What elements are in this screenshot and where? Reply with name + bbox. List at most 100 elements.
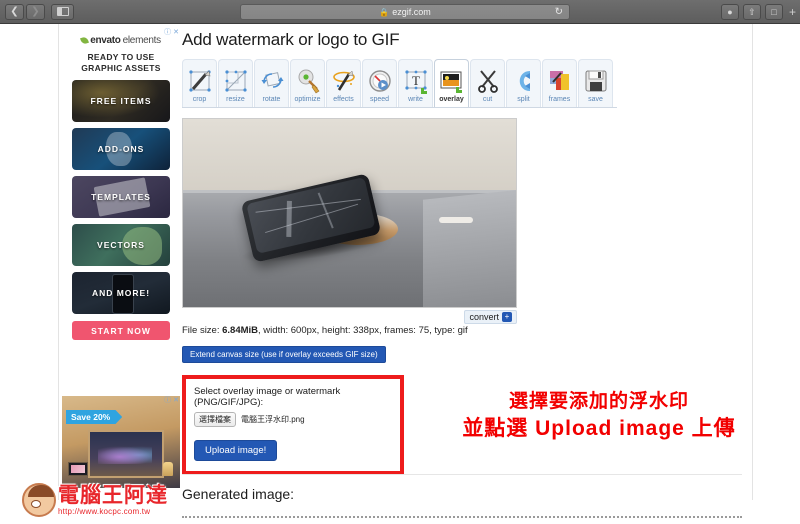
annotation-line-1: 選擇要添加的浮水印 [508,391,689,412]
leaf-icon [80,36,90,45]
ad-card-label: AND MORE! [91,288,151,298]
write-icon: T [403,68,429,94]
sidebar-ad-hotel[interactable]: ⓘ ✕ Save 20% [62,396,180,488]
ad-card-vectors[interactable]: VECTORS [72,224,170,266]
tool-tab-split[interactable]: split [506,59,541,107]
tv-graphic [68,462,88,476]
tool-tab-overlay[interactable]: overlay [434,59,469,107]
section-divider [182,474,742,475]
browser-toolbar: ❮ ❯ 🔒 ezgif.com ↻ ● ⇧ □ + [0,0,800,24]
overlay-upload-panel: Select overlay image or watermark (PNG/G… [182,375,404,475]
info-icon[interactable]: ⓘ [164,29,171,36]
file-info: File size: 6.84MiB, width: 600px, height… [182,325,742,336]
tool-tab-resize[interactable]: resize [218,59,253,107]
watermark-text: 電腦王阿達 http://www.kocpc.com.tw [58,483,168,516]
selected-file-name: 電腦王浮水印.png [241,415,305,424]
tool-tab-effects[interactable]: effects [326,59,361,107]
envato-logo: envato elements [62,28,180,46]
overlay-upload-label: Select overlay image or watermark (PNG/G… [194,386,341,408]
tool-tab-frames[interactable]: frames [542,59,577,107]
file-info-rest: , width: 600px, height: 338px, frames: 7… [258,325,468,336]
crop-icon [187,68,213,94]
sidebar-toggle-button[interactable] [51,3,74,20]
choose-file-button[interactable]: 選擇檔案 [194,412,236,427]
save-icon [583,68,609,94]
gif-preview[interactable] [182,118,517,308]
optimize-icon [295,68,321,94]
split-icon [511,68,537,94]
elements-brand: elements [122,35,161,46]
address-bar-url: ezgif.com [392,7,431,17]
envato-headline-line2: GRAPHIC ASSETS [81,63,161,73]
forward-button[interactable]: ❯ [26,3,45,20]
tool-tab-optimize[interactable]: optimize [290,59,325,107]
tool-tab-label: split [517,96,530,103]
frames-icon [547,68,573,94]
site-watermark: 電腦王阿達 http://www.kocpc.com.tw [22,476,202,524]
file-input-row[interactable]: 選擇檔案 電腦王浮水印.png [194,412,392,427]
tool-tab-label: speed [369,96,390,103]
info-icon[interactable]: ⓘ [164,397,171,404]
plus-box-icon: + [502,312,512,322]
generated-image-dropzone-border [182,516,742,518]
ad-card-free-items[interactable]: FREE ITEMS [72,80,170,122]
lamp-graphic [163,462,173,476]
annotation-overlay: 選擇要添加的浮水印 並點選 Upload image 上傳 [404,392,794,440]
preview-desk-side [422,190,516,307]
upload-image-button[interactable]: Upload image! [194,440,278,461]
ad-card-add-ons[interactable]: ADD-ONS [72,128,170,170]
tool-tab-label: resize [226,96,245,103]
envato-headline: READY TO USE GRAPHIC ASSETS [62,52,180,74]
back-button[interactable]: ❮ [5,3,24,20]
browser-nav-group: ❮ ❯ [5,3,74,20]
close-icon[interactable]: ✕ [173,29,179,36]
address-bar[interactable]: 🔒 ezgif.com ↻ [240,4,570,20]
envato-ad-unit[interactable]: ⓘ ✕ envato elements READY TO USE GRAPHIC… [62,28,180,340]
ad-card-label: FREE ITEMS [90,96,152,106]
ad-card-label: TEMPLATES [91,192,151,202]
hotel-window-graphic [88,430,164,478]
annotation-line-2: 並點選 Upload image 上傳 [462,416,736,440]
tool-tab-label: frames [548,96,571,103]
tool-tab-cut[interactable]: cut [470,59,505,107]
page-title: Add watermark or logo to GIF [182,30,400,49]
lock-icon: 🔒 [379,7,390,17]
sidebar-ad-envato[interactable]: ⓘ ✕ envato elements READY TO USE GRAPHIC… [62,28,180,340]
new-tab-button[interactable]: + [789,5,796,19]
tool-tab-crop[interactable]: crop [182,59,217,107]
tool-tab-rotate[interactable]: rotate [254,59,289,107]
tool-tab-label: overlay [439,96,464,103]
tool-tab-write[interactable]: T write [398,59,433,107]
close-icon[interactable]: ✕ [173,397,179,404]
tool-tab-speed[interactable]: speed [362,59,397,107]
effects-icon [331,68,357,94]
resize-icon [223,68,249,94]
download-button[interactable]: ● [720,4,739,20]
avatar-icon [22,483,56,517]
preview-cable [438,216,473,223]
share-button[interactable]: ⇧ [742,4,761,20]
ad-card-label: ADD-ONS [97,144,145,154]
save-ribbon-badge: Save 20% [66,410,123,424]
sidebar-toggle-icon [56,7,69,16]
speed-icon [367,68,393,94]
tool-tab-label: optimize [294,96,321,103]
convert-button[interactable]: convert + [464,310,517,324]
tool-tab-label: effects [333,96,354,103]
ad-badges: ⓘ ✕ [164,29,179,36]
watermark-url: http://www.kocpc.com.tw [58,506,151,516]
tool-tab-label: cut [482,96,493,103]
ad-card-templates[interactable]: TEMPLATES [72,176,170,218]
tabs-button[interactable]: □ [764,4,783,20]
page-content: ⓘ ✕ envato elements READY TO USE GRAPHIC… [0,24,800,518]
envato-headline-line1: READY TO USE [87,52,155,62]
reload-icon[interactable]: ↻ [555,7,563,18]
ad-card-and-more[interactable]: AND MORE! [72,272,170,314]
watermark-title: 電腦王阿達 [58,483,168,507]
start-now-button[interactable]: START NOW [72,321,170,340]
extend-canvas-button[interactable]: Extend canvas size (use if overlay excee… [182,346,386,363]
browser-actions-group: ● ⇧ □ + [720,4,796,20]
file-size-value: 6.84MiB [222,325,259,336]
tool-tab-save[interactable]: save [578,59,613,107]
overlay-icon [439,68,465,94]
